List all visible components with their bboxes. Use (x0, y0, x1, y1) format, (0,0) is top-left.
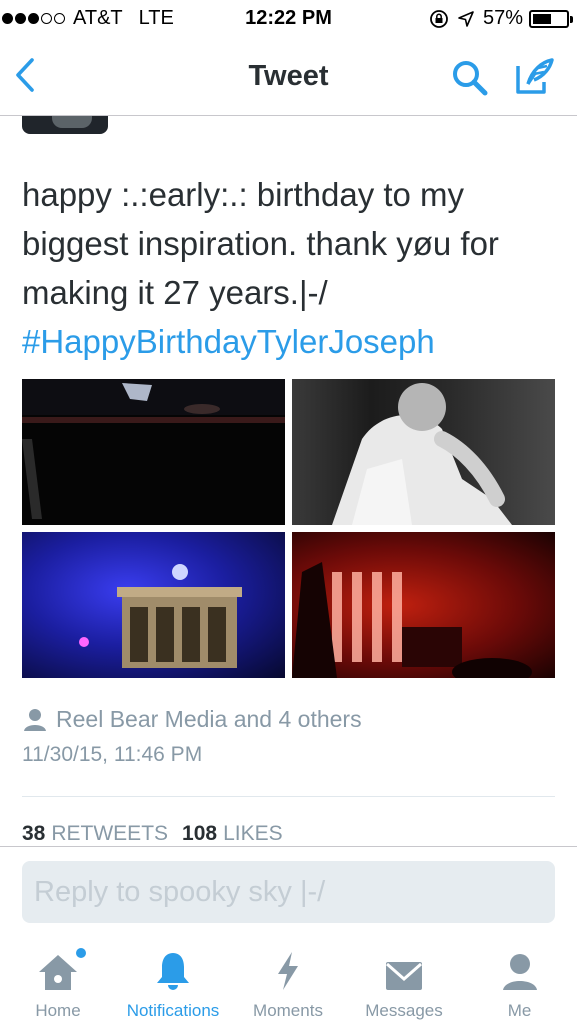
likes-stat[interactable]: 108 LIKES (182, 822, 283, 846)
social-context-text: Reel Bear Media and 4 others (56, 706, 362, 732)
navigation-bar: Tweet (0, 38, 577, 116)
tab-bar: Home Notifications Moments Messages Me (0, 942, 577, 1024)
battery-percent: 57% (482, 7, 523, 29)
tab-label: Home (35, 1001, 81, 1020)
tweet-photo-2[interactable] (292, 379, 555, 525)
page-title: Tweet (248, 60, 329, 92)
person-icon (24, 708, 46, 731)
tweet-stats: 38 RETWEETS 108 LIKES (22, 822, 297, 846)
notification-dot (76, 948, 86, 958)
tab-notifications[interactable]: Notifications (116, 942, 230, 1024)
tweet-photo-4[interactable] (292, 532, 555, 678)
retweets-label: RETWEETS (51, 822, 169, 845)
tab-label: Me (507, 1001, 532, 1020)
lightning-icon (278, 952, 298, 990)
envelope-icon (386, 962, 422, 990)
bell-icon (157, 953, 189, 990)
rotation-lock-icon (430, 9, 448, 28)
social-context[interactable]: Reel Bear Media and 4 others (22, 706, 362, 733)
search-button[interactable] (450, 58, 490, 103)
tweet-photo-1[interactable] (22, 379, 285, 525)
tweet-photo-3[interactable] (22, 532, 285, 678)
tab-label: Notifications (126, 1001, 220, 1020)
likes-count: 108 (182, 822, 218, 845)
search-icon (453, 61, 488, 96)
tab-home[interactable]: Home (0, 942, 116, 1024)
tab-label: Messages (365, 1001, 443, 1020)
reply-bar (0, 846, 577, 942)
reply-input[interactable] (22, 861, 555, 923)
tab-label: Moments (253, 1001, 323, 1020)
author-avatar[interactable] (22, 116, 108, 134)
tab-moments[interactable]: Moments (230, 942, 346, 1024)
person-icon (502, 954, 537, 990)
retweets-count: 38 (22, 822, 46, 845)
tab-messages[interactable]: Messages (346, 942, 462, 1024)
tweet-body: happy :.:early:.: birthday to my biggest… (22, 176, 499, 311)
tweet-timestamp: 11/30/15, 11:46 PM (22, 743, 203, 766)
compose-quill-icon (516, 58, 554, 94)
tweet-text: happy :.:early:.: birthday to my biggest… (22, 170, 562, 366)
compose-tweet-button[interactable] (514, 56, 556, 101)
media-grid (22, 379, 555, 679)
battery-icon (529, 9, 573, 28)
tab-me[interactable]: Me (462, 942, 577, 1024)
retweets-stat[interactable]: 38 RETWEETS (22, 822, 168, 846)
divider (22, 796, 555, 797)
likes-label: LIKES (223, 822, 283, 845)
status-right: 57% (429, 7, 573, 30)
location-arrow-icon (458, 10, 474, 27)
hashtag-link[interactable]: #HappyBirthdayTylerJoseph (22, 323, 435, 360)
home-icon (39, 955, 77, 990)
status-bar: AT&T LTE 12:22 PM 57% (0, 0, 577, 38)
